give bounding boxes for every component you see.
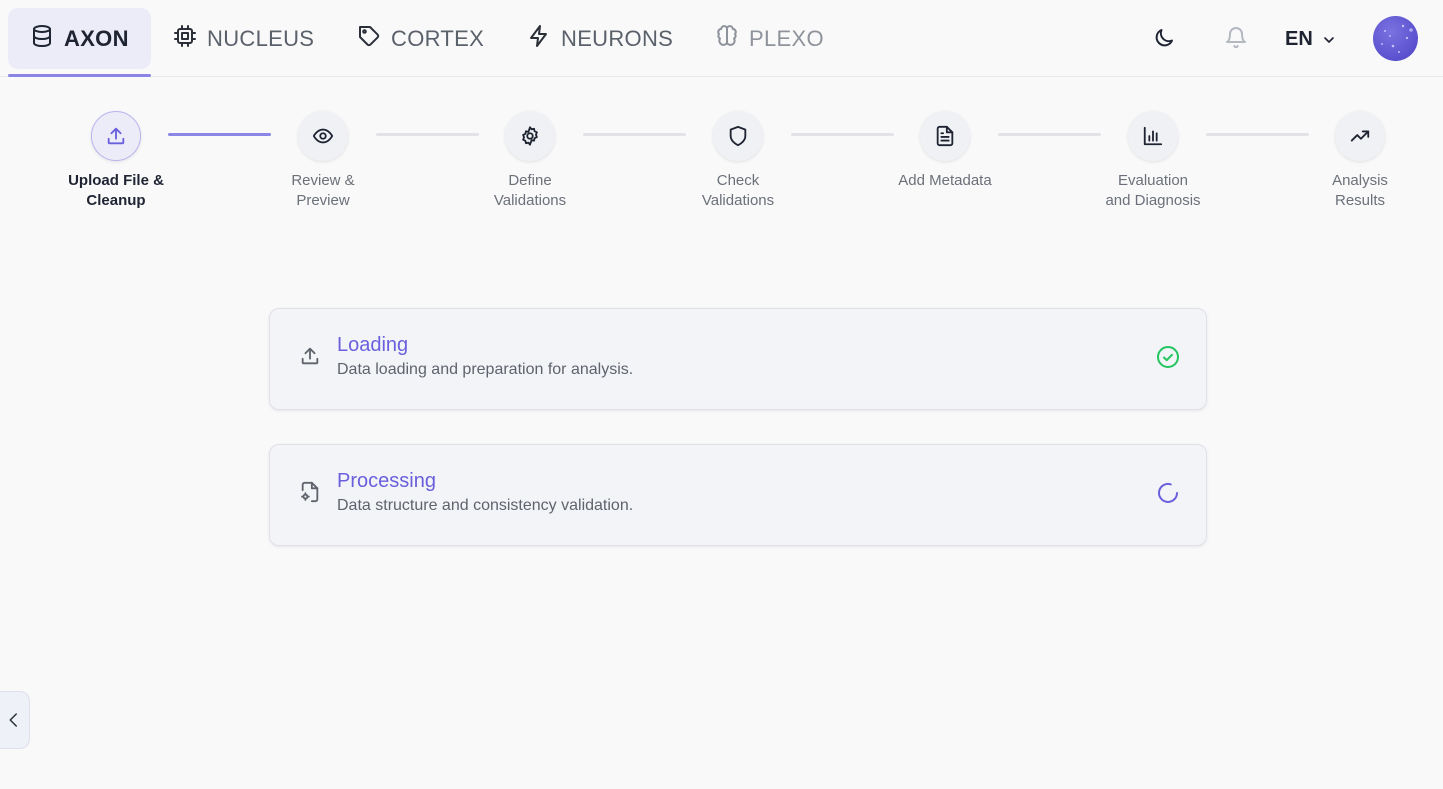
top-navigation-bar: AXON NUCLEUS CORTEX NEURONS PLEXO EN [0, 0, 1443, 77]
step-upload-file-cleanup[interactable]: Upload File & Cleanup [36, 111, 196, 211]
tab-axon[interactable]: AXON [8, 8, 151, 77]
tab-label: NEURONS [561, 25, 674, 51]
tab-label: NUCLEUS [207, 25, 315, 51]
language-selector[interactable]: EN [1285, 26, 1337, 52]
step-add-metadata[interactable]: Add Metadata [865, 111, 1025, 191]
cpu-icon [173, 24, 197, 54]
tab-label: AXON [64, 25, 129, 51]
upload-icon [299, 345, 321, 367]
step-label: Add Metadata [898, 172, 992, 189]
step-label: Review & Preview [291, 172, 355, 209]
document-icon [920, 111, 970, 161]
step-label: Define Validations [493, 172, 567, 209]
tab-label: CORTEX [391, 25, 485, 51]
trending-up-icon [1335, 111, 1385, 161]
task-card-processing: Processing Data structure and consistenc… [269, 444, 1207, 546]
task-title: Processing [337, 470, 436, 492]
database-icon [30, 24, 54, 54]
moon-icon[interactable] [1152, 26, 1176, 50]
step-label: Evaluation and Diagnosis [1105, 172, 1201, 209]
tab-neurons[interactable]: NEURONS [527, 8, 673, 69]
shield-icon [713, 111, 763, 161]
tab-label: PLEXO [749, 25, 824, 51]
language-label: EN [1285, 27, 1313, 50]
step-define-validations[interactable]: Define Validations [450, 111, 610, 211]
lightning-icon [527, 24, 551, 54]
gear-icon [505, 111, 555, 161]
sidebar-toggle-button[interactable] [0, 691, 30, 749]
check-circle-icon [1156, 345, 1180, 369]
step-evaluation-diagnosis[interactable]: Evaluation and Diagnosis [1073, 111, 1233, 211]
tab-cortex[interactable]: CORTEX [357, 8, 484, 69]
step-analysis-results[interactable]: Analysis Results [1280, 111, 1440, 211]
step-label: Check Validations [701, 172, 775, 209]
tab-nucleus[interactable]: NUCLEUS [173, 8, 314, 69]
file-gear-icon [299, 481, 321, 503]
task-description: Data loading and preparation for analysi… [337, 361, 634, 378]
task-title: Loading [337, 334, 409, 356]
brain-icon [715, 24, 739, 54]
tag-icon [357, 24, 381, 54]
chevron-left-icon [5, 711, 23, 729]
step-check-validations[interactable]: Check Validations [658, 111, 818, 211]
step-label: Upload File & Cleanup [68, 172, 164, 209]
task-card-loading: Loading Data loading and preparation for… [269, 308, 1207, 410]
step-review-preview[interactable]: Review & Preview [243, 111, 403, 211]
eye-icon [298, 111, 348, 161]
loading-spinner-icon [1156, 481, 1180, 505]
bar-chart-icon [1128, 111, 1178, 161]
upload-icon [91, 111, 141, 161]
chevron-down-icon [1321, 31, 1337, 47]
bell-icon[interactable] [1224, 26, 1248, 50]
tab-plexo[interactable]: PLEXO [715, 8, 824, 69]
task-description: Data structure and consistency validatio… [337, 497, 634, 514]
step-label: Analysis Results [1332, 172, 1388, 209]
avatar[interactable] [1373, 16, 1418, 61]
